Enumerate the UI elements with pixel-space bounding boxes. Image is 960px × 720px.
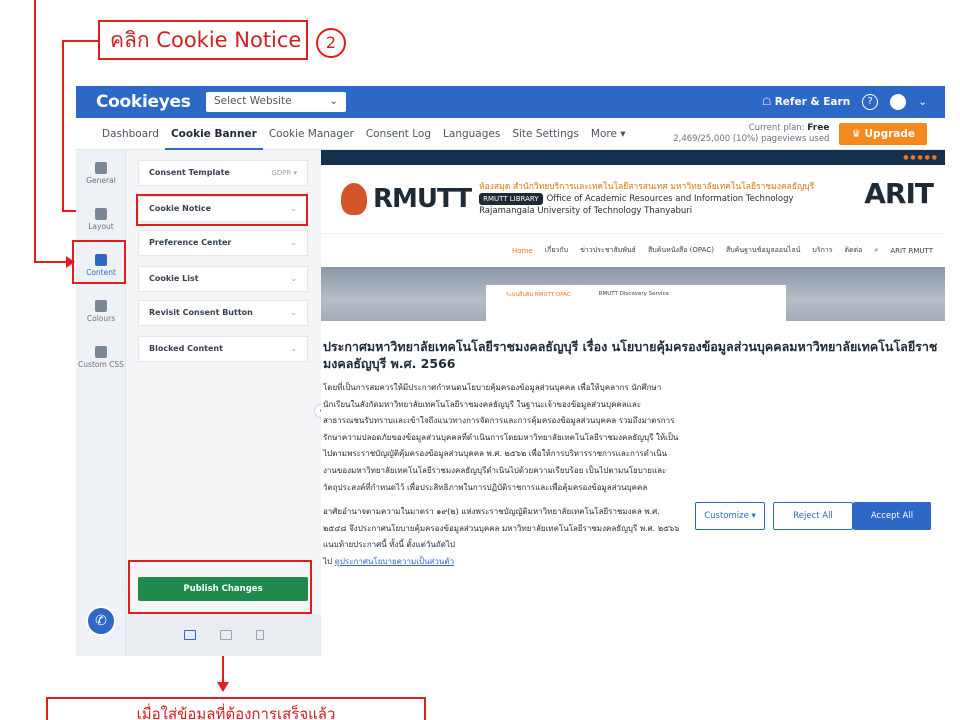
sidebar-item-layout[interactable]: Layout (76, 208, 126, 231)
plan-value: Free (807, 122, 830, 133)
tablet-icon[interactable] (219, 630, 232, 640)
settings-sidebar: General Layout Content Colours Custom CS… (76, 150, 126, 656)
avatar[interactable] (890, 94, 907, 110)
desktop-icon[interactable] (183, 630, 196, 640)
rmutt-logo: RMUTT (373, 184, 472, 214)
preview-hero: ระบบสืบค้น RMUTT OPAC RMUTT Discovery Se… (321, 267, 945, 321)
preview-menu-news[interactable]: ข่าวประชาสัมพันธ์ (580, 245, 636, 256)
refer-earn-link[interactable]: ☖ Refer & Earn (762, 96, 850, 108)
preview-menu-arit[interactable]: ARIT RMUTT (890, 247, 933, 255)
arit-logo: ARIT (864, 177, 934, 210)
customize-button[interactable]: Customize ▾ (695, 502, 765, 530)
website-preview: ● ● ● ● ● RMUTT ห้องสมุด สำนักวิทยบริการ… (321, 150, 945, 656)
reject-all-button[interactable]: Reject All (773, 502, 853, 530)
preview-menu-opac[interactable]: สืบค้นหนังสือ (OPAC) (648, 245, 714, 256)
preview-menu-services[interactable]: บริการ (812, 245, 832, 256)
hero-tab-discovery[interactable]: RMUTT Discovery Service (599, 291, 669, 315)
cookieyes-app: Cookieyes Select Website ⌄ ☖ Refer & Ear… (76, 86, 945, 656)
crown-icon: ♛ (851, 127, 865, 140)
accordion-consent-template[interactable]: Consent Template GDPR ▾ (138, 160, 308, 186)
tab-consent-log[interactable]: Consent Log (360, 118, 437, 150)
guide-line-content-vertical (34, 0, 36, 262)
sidebar-item-content[interactable]: Content (76, 254, 126, 277)
banner-paragraph: โดยที่เป็นการสมควรให้มีประกาศกำหนดนโยบาย… (323, 383, 679, 492)
guide-line-notice-horizontal-top (62, 40, 98, 42)
cookieyes-logo[interactable]: Cookieyes (96, 92, 206, 112)
privacy-policy-link[interactable]: ดูประกาศนโยบายความเป็นส่วนตัว (335, 557, 454, 566)
preview-header: RMUTT ห้องสมุด สำนักวิทยบริการและเทคโนโล… (321, 165, 945, 233)
code-icon (95, 346, 107, 358)
preview-menu-contact[interactable]: ติดต่อ (845, 245, 863, 256)
arrow-down-from-publish (217, 682, 229, 692)
sidebar-item-colours[interactable]: Colours (76, 300, 126, 323)
device-preview-switcher (126, 614, 321, 656)
chevron-down-icon: ⌄ (290, 204, 297, 213)
preview-menu-home[interactable]: Home (512, 247, 533, 255)
chevron-down-icon: ⌄ (290, 238, 297, 247)
step-number-badge: 2 (316, 28, 346, 58)
preview-menu-databases[interactable]: สืบค้นฐานข้อมูลออนไลน์ (726, 245, 800, 256)
tab-more[interactable]: More ▾ (585, 118, 632, 150)
preview-search-card: ระบบสืบค้น RMUTT OPAC RMUTT Discovery Se… (486, 285, 786, 321)
chevron-down-icon: ⌄ (290, 344, 297, 353)
banner-description: โดยที่เป็นการสมควรให้มีประกาศกำหนดนโยบาย… (323, 380, 680, 579)
plan-info: Current plan: Free 2,469/25,000 (10%) pa… (673, 123, 829, 145)
publish-changes-button[interactable]: Publish Changes (138, 577, 308, 601)
callout-click-cookie-notice: คลิก Cookie Notice (98, 20, 308, 60)
top-right-actions: ☖ Refer & Earn ? ⌄ (762, 94, 927, 110)
select-website-label: Select Website (214, 95, 292, 107)
preview-social-bar: ● ● ● ● ● (321, 150, 945, 165)
sidebar-item-custom-css[interactable]: Custom CSS (76, 346, 126, 369)
guide-line-notice-vertical (62, 40, 64, 212)
tab-cookie-manager[interactable]: Cookie Manager (263, 118, 360, 150)
tab-cookie-banner[interactable]: Cookie Banner (164, 118, 263, 150)
pageviews-usage: 2,469/25,000 (10%) pageviews used (673, 133, 830, 144)
help-icon[interactable]: ? (862, 94, 879, 110)
tab-dashboard[interactable]: Dashboard (96, 118, 165, 150)
tutorial-screenshot: คลิก Cookie Notice 2 Cookieyes Select We… (0, 0, 960, 720)
tab-site-settings[interactable]: Site Settings (506, 118, 585, 150)
content-settings-panel: Consent Template GDPR ▾ Cookie Notice ⌄ Pr… (126, 150, 321, 656)
accordion-revisit-consent-button[interactable]: Revisit Consent Button ⌄ (138, 300, 308, 326)
help-chat-icon[interactable]: ✆ (86, 606, 116, 636)
chevron-down-icon[interactable]: ⌄ (918, 96, 927, 108)
document-icon (95, 254, 107, 266)
search-icon[interactable]: ⌕ (874, 246, 878, 255)
banner-title: ประกาศมหาวิทยาลัยเทคโนโลยีราชมงคลธัญบุรี… (323, 339, 938, 371)
callout-when-finished: เมื่อใส่ข้อมูลที่ต้องการเสร็จแล้ว (46, 697, 426, 720)
main-nav: Dashboard Cookie Banner Cookie Manager C… (76, 118, 945, 150)
arrow-to-content (66, 256, 75, 268)
library-title: ห้องสมุด สำนักวิทยบริการและเทคโนโลยีสารส… (479, 182, 815, 216)
layout-icon (95, 208, 107, 220)
template-select[interactable]: GDPR ▾ (271, 161, 297, 185)
chevron-down-icon: ⌄ (290, 274, 297, 283)
paint-bucket-icon (95, 300, 107, 312)
select-website-dropdown[interactable]: Select Website ⌄ (206, 92, 346, 112)
hero-tab-opac[interactable]: ระบบสืบค้น RMUTT OPAC (506, 291, 571, 315)
accordion-cookie-list[interactable]: Cookie List ⌄ (138, 266, 308, 292)
accordion-blocked-content[interactable]: Blocked Content ⌄ (138, 336, 308, 362)
preview-menu-about[interactable]: เกี่ยวกับ (545, 245, 568, 256)
gear-icon (95, 162, 107, 174)
preview-menu: Home เกี่ยวกับ ข่าวประชาสัมพันธ์ สืบค้นห… (321, 233, 945, 267)
app-top-bar: Cookieyes Select Website ⌄ ☖ Refer & Ear… (76, 86, 945, 118)
accordion-preference-center[interactable]: Preference Center ⌄ (138, 230, 308, 256)
chevron-down-icon: ⌄ (329, 95, 338, 107)
chevron-down-icon: ⌄ (290, 308, 297, 317)
sidebar-item-general[interactable]: General (76, 162, 126, 185)
university-seal-icon (341, 183, 367, 215)
cookie-banner-preview: ประกาศมหาวิทยาลัยเทคโนโลยีราชมงคลธัญบุรี… (321, 330, 945, 656)
banner-paragraph: อาศัยอำนาจตามความในมาตรา ๑๙(๒) แห่งพระรา… (323, 507, 680, 566)
accordion-cookie-notice[interactable]: Cookie Notice ⌄ (138, 196, 308, 222)
upgrade-button[interactable]: ♛ Upgrade (839, 122, 927, 145)
gift-icon: ☖ (761, 96, 775, 108)
plan-label: Current plan: (748, 122, 805, 133)
mobile-icon[interactable] (255, 630, 264, 640)
guide-line-content-horizontal (34, 261, 70, 263)
accept-all-button[interactable]: Accept All (853, 502, 931, 530)
tab-languages[interactable]: Languages (437, 118, 506, 150)
